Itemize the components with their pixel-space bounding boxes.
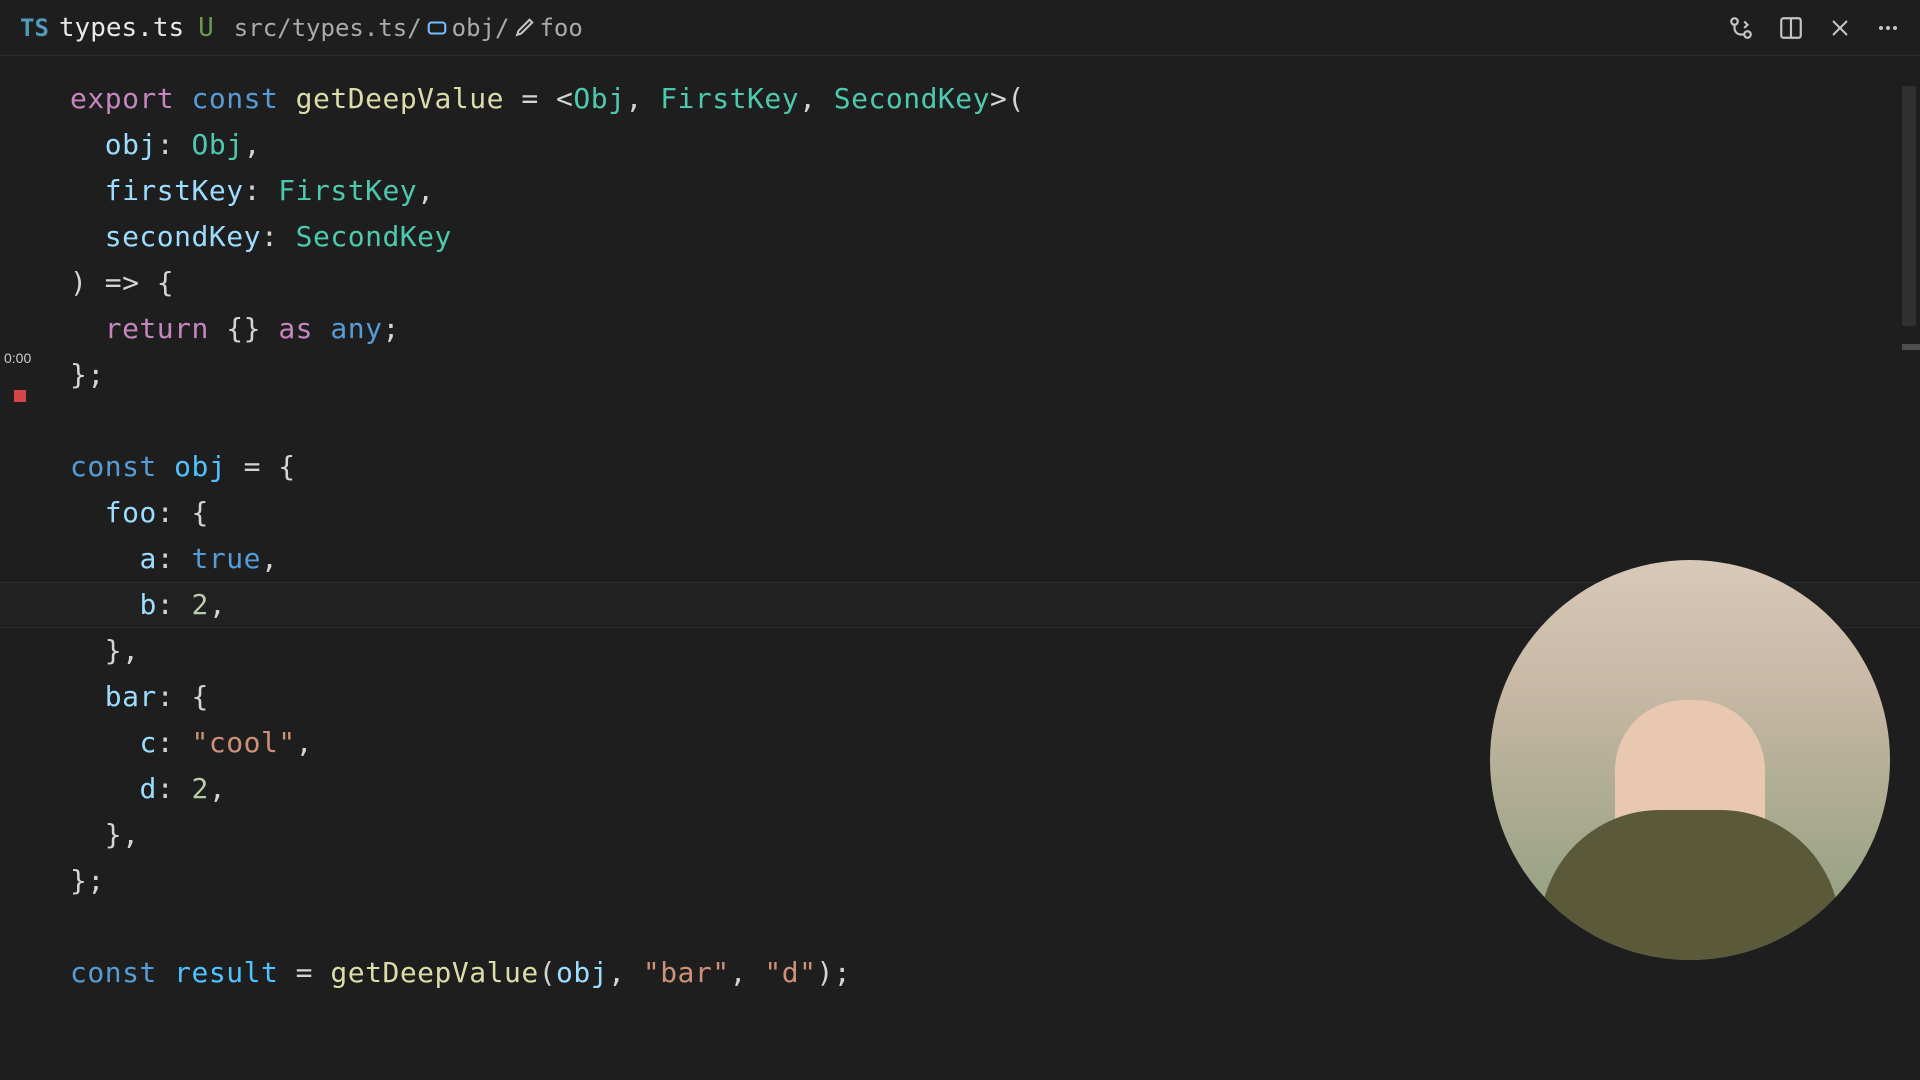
code-line: obj: Obj, (70, 122, 1920, 168)
tab-actions (1728, 15, 1908, 41)
scrollbar-thumb[interactable] (1902, 86, 1916, 326)
code-line: return {} as any; (70, 306, 1920, 352)
code-line: foo: { (70, 490, 1920, 536)
breadcrumb-symbol-obj: obj/ (452, 14, 510, 42)
scrollbar[interactable] (1902, 56, 1916, 1080)
breadcrumb[interactable]: src/types.ts/ obj/ foo (234, 14, 583, 42)
close-icon[interactable] (1828, 16, 1852, 40)
tab-git-status: U (198, 13, 214, 43)
tab-bar: TS types.ts U src/types.ts/ obj/ foo (0, 0, 1920, 56)
symbol-variable-icon (426, 17, 448, 39)
source-control-icon[interactable] (1728, 15, 1754, 41)
breadcrumb-symbol-foo: foo (539, 14, 582, 42)
more-actions-icon[interactable] (1876, 16, 1900, 40)
code-line: firstKey: FirstKey, (70, 168, 1920, 214)
split-editor-icon[interactable] (1778, 15, 1804, 41)
minimap-viewport-indicator (1902, 344, 1920, 350)
editor-tab[interactable]: TS types.ts U (12, 13, 222, 43)
code-line: secondKey: SecondKey (70, 214, 1920, 260)
code-line: ) => { (70, 260, 1920, 306)
webcam-overlay (1490, 560, 1890, 960)
symbol-property-icon (513, 17, 535, 39)
code-line: const obj = { (70, 444, 1920, 490)
tab-filename: types.ts (59, 13, 184, 43)
code-line (70, 398, 1920, 444)
code-line: export const getDeepValue = <Obj, FirstK… (70, 76, 1920, 122)
code-line: }; (70, 352, 1920, 398)
typescript-icon: TS (20, 14, 49, 42)
breadcrumb-path: src/types.ts/ (234, 14, 422, 42)
